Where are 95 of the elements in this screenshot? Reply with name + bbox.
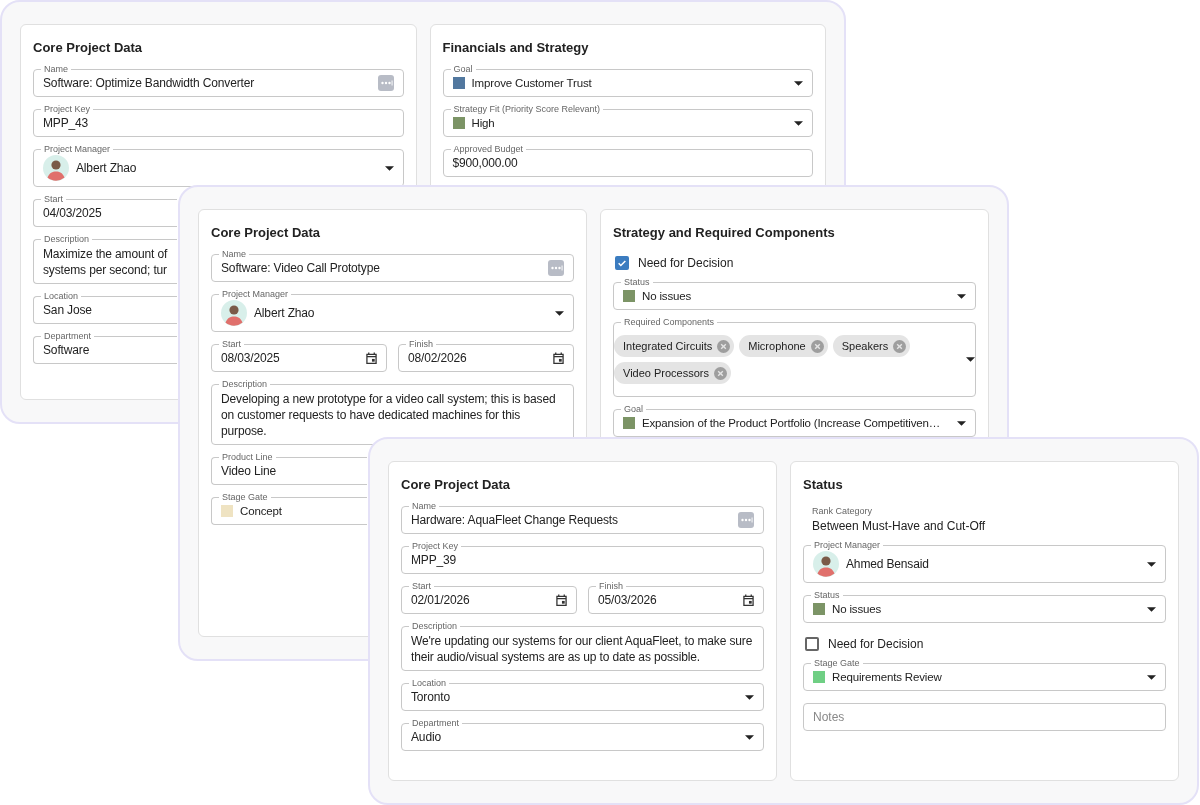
field-label: Approved Budget [450,144,527,155]
field-value: Between Must-Have and Cut-Off [812,519,987,533]
field-value: Hardware: AquaFleet Change Requests [411,512,619,528]
field-value: 02/01/2026 [411,592,471,608]
field-value: 08/02/2026 [408,350,468,366]
checkbox-label: Need for Decision [638,256,734,270]
caret-icon[interactable] [1147,606,1156,612]
field-value: Ahmed Bensaid [846,556,930,572]
tag-chip[interactable]: Video Processors [614,362,731,384]
field-value: Video Line [221,463,277,479]
field-label: Product Line [219,452,276,463]
calendar-icon[interactable] [366,352,377,364]
field-label: Finish [596,581,626,592]
checkbox[interactable] [615,256,629,270]
field-label: Project Manager [41,144,114,155]
field-value: Improve Customer Trust [471,76,593,91]
avatar-icon [43,155,69,181]
field-label: Rank Category [812,506,874,516]
field-label: Goal [621,404,646,415]
avatar-icon [221,300,247,326]
caret-icon[interactable] [1147,674,1156,680]
field-value: Audio [411,729,442,745]
field-label: Department [409,718,463,729]
field-value: Concept [240,504,283,519]
field-value: High [471,116,496,131]
field-value: Expansion of the Product Portfolio (Increase Competitiven… [642,416,942,431]
caret-icon[interactable] [966,357,975,362]
field-label: Location [41,291,82,302]
caret-icon[interactable] [745,694,754,700]
field-value: Toronto [411,689,451,705]
field-label: Required Components [621,317,718,328]
field-label: Stage Gate [811,658,863,669]
field-value: Developing a new prototype for a video call system; this is based on customer requests to have dedicated machines for this purpose. [221,391,557,440]
field-value: San Jose [43,302,93,318]
field-value: Albert Zhao [254,305,316,321]
calendar-icon[interactable] [553,352,564,364]
tag-chip[interactable]: Integrated Circuits [614,335,735,357]
field-label: Start [219,339,244,350]
field-label: Start [41,194,66,205]
field-label: Status [811,590,843,601]
field-label: Name [219,249,249,260]
card-title: Financials and Strategy [442,39,590,57]
caret-icon[interactable] [794,80,803,86]
field-value: No issues [832,602,883,617]
field-value: Software [43,342,91,358]
field-label: Goal [450,64,476,75]
tag-chip[interactable]: Speakers [832,335,911,357]
field-label: Department [41,331,95,342]
field-label: Name [41,64,71,75]
field-label: Name [409,501,439,512]
card-title: Status [803,476,844,494]
calendar-icon[interactable] [556,594,567,606]
field-value: Maximize the amount of systems per second; tur [43,246,168,279]
avatar-icon [813,551,839,577]
field-label: Location [409,678,450,689]
field-label: Project Manager [219,289,292,300]
field-value: Albert Zhao [76,160,138,176]
checkbox[interactable] [805,637,819,651]
field-value: MPP_39 [411,552,458,568]
caret-icon[interactable] [794,120,803,126]
field-value: Software: Video Call Prototype [221,260,381,276]
notes-field[interactable]: Notes [803,703,1166,731]
field-label: Finish [406,339,436,350]
field-label: Project Key [409,541,462,552]
tag-chip[interactable]: Microphone [739,335,828,357]
field-value: 04/03/2025 [43,205,103,221]
caret-icon[interactable] [957,420,966,426]
field-value: 05/03/2026 [598,592,658,608]
field-label: Description [409,621,461,632]
field-label: Description [219,379,271,390]
field-label: Project Key [41,104,94,115]
field-label: Stage Gate [219,492,271,503]
card-title: Core Project Data [401,476,512,494]
checkbox-label: Need for Decision [828,637,924,651]
caret-icon[interactable] [384,165,394,171]
calendar-icon[interactable] [743,594,754,606]
caret-icon[interactable] [957,293,966,299]
field-value: MPP_43 [43,115,90,131]
card-title: Core Project Data [211,224,322,242]
field-label: Strategy Fit (Priority Score Relevant) [450,104,604,115]
card-title: Core Project Data [33,39,144,57]
field-label: Project Manager [811,540,884,551]
field-value: Requirements Review [832,670,943,685]
field-label: Description [41,234,93,245]
field-value: $900,000.00 [452,155,519,171]
caret-icon[interactable] [555,310,564,316]
field-value: 08/03/2025 [221,350,281,366]
field-label: Start [409,581,434,592]
field-value: Software: Optimize Bandwidth Converter [43,75,256,91]
field-value: No issues [642,289,693,304]
caret-icon[interactable] [745,734,754,740]
caret-icon[interactable] [1147,561,1156,567]
field-value: We're updating our systems for our client AquaFleet, to make sure their audio/visual systems are as up to date as possible. [411,633,754,666]
card-title: Strategy and Required Components [613,224,836,242]
field-label: Status [621,277,653,288]
